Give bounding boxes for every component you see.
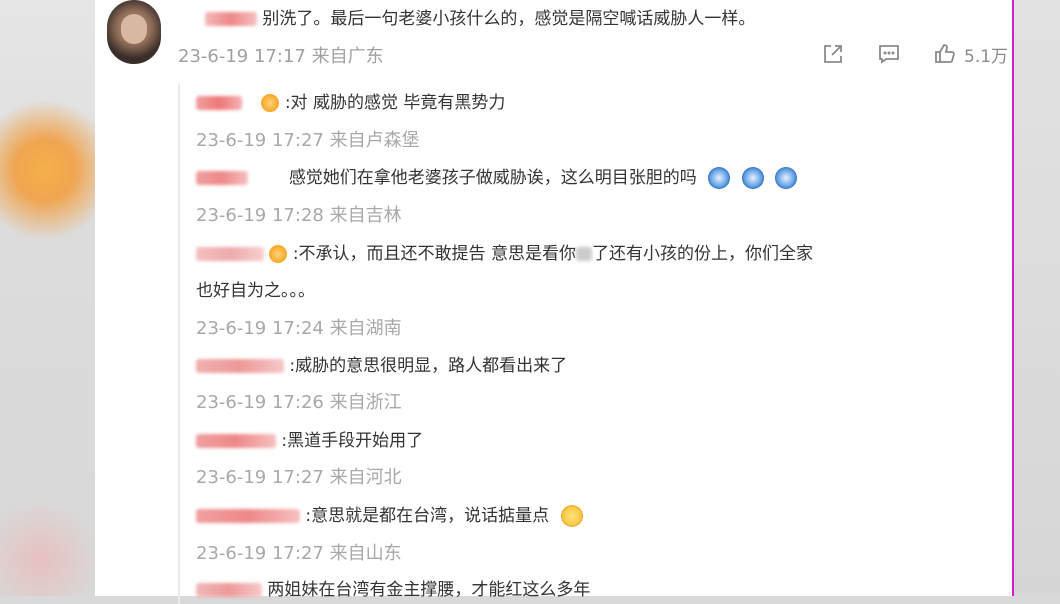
reply-text: 也好自为之。。。	[196, 281, 315, 301]
blurred-username[interactable]	[196, 171, 248, 185]
background-right	[1014, 0, 1060, 596]
reply-item: 两姐妹在台湾有金主撑腰，才能红这么多年	[196, 575, 590, 600]
main-comment-location: 来自广东	[311, 46, 384, 67]
reply-text: 感觉她们在拿他老婆孩子做威胁诶，这么明目张胆的吗	[288, 168, 697, 188]
reply-location: 来自河北	[329, 467, 402, 488]
reply-location: 来自浙江	[329, 392, 402, 413]
main-comment: 别洗了。最后一句老婆小孩什么的，感觉是隔空喊话威胁人一样。	[205, 4, 755, 29]
reply-time: 23-6-19 17:28	[196, 205, 324, 226]
blurred-word	[575, 247, 592, 261]
comment-panel: 别洗了。最后一句老婆小孩什么的，感觉是隔空喊话威胁人一样。 23-6-19 17…	[95, 0, 1012, 604]
background-left	[0, 0, 95, 596]
main-comment-meta: 23-6-19 17:17 来自广东	[178, 42, 384, 68]
reply-time: 23-6-19 17:26	[196, 392, 324, 413]
main-comment-time: 23-6-19 17:17	[178, 46, 306, 67]
scared-emoji-icon	[741, 167, 764, 189]
blurred-username[interactable]	[196, 509, 300, 523]
blurred-username[interactable]	[196, 96, 242, 110]
reply-time: 23-6-19 17:27	[196, 543, 324, 564]
reply-meta: 23-6-19 17:24 来自湖南	[196, 314, 402, 340]
reply-time: 23-6-19 17:24	[196, 318, 324, 339]
blurred-username[interactable]	[205, 12, 257, 26]
comment-icon[interactable]	[876, 41, 902, 67]
badge-icon	[261, 94, 280, 112]
reply-text: :不承认，而且还不敢提告 意思是看你	[292, 244, 576, 264]
reply-list: :对 威胁的感觉 毕竟有黑势力 23-6-19 17:27 来自卢森堡 感觉她们…	[178, 84, 1010, 604]
reply-text: :威胁的意思很明显，路人都看出来了	[289, 356, 568, 376]
reply-text: :黑道手段开始用了	[281, 431, 424, 451]
reply-meta: 23-6-19 17:27 来自河北	[196, 463, 402, 489]
worried-emoji-icon	[560, 505, 583, 527]
main-comment-text: 别洗了。最后一句老婆小孩什么的，感觉是隔空喊话威胁人一样。	[262, 9, 756, 29]
reply-meta: 23-6-19 17:27 来自卢森堡	[196, 126, 420, 152]
reply-text: :对 威胁的感觉 毕竟有黑势力	[284, 93, 506, 113]
blurred-username[interactable]	[196, 247, 264, 261]
reply-item: :不承认，而且还不敢提告 意思是看你 了还有小孩的份上，你们全家	[196, 239, 813, 264]
reply-item: :意思就是都在台湾，说话掂量点	[196, 501, 583, 527]
reply-item-continued: 也好自为之。。。	[196, 276, 315, 301]
avatar[interactable]	[107, 0, 161, 64]
reply-location: 来自卢森堡	[329, 130, 420, 151]
blurred-username[interactable]	[196, 359, 284, 373]
scared-emoji-icon	[775, 167, 798, 189]
like-count: 5.1万	[964, 46, 1009, 67]
reply-meta: 23-6-19 17:28 来自吉林	[196, 201, 402, 227]
reply-item: :对 威胁的感觉 毕竟有黑势力	[196, 88, 505, 113]
accent-border	[1012, 0, 1014, 596]
blurred-username[interactable]	[196, 434, 276, 448]
like-icon[interactable]	[932, 41, 958, 67]
reply-meta: 23-6-19 17:27 来自山东	[196, 539, 402, 565]
reply-text: 了还有小孩的份上，你们全家	[591, 244, 813, 264]
share-icon[interactable]	[820, 41, 846, 67]
reply-item: :黑道手段开始用了	[196, 426, 423, 451]
reply-time: 23-6-19 17:27	[196, 130, 324, 151]
reply-text: 两姐妹在台湾有金主撑腰，才能红这么多年	[267, 580, 591, 600]
comment-actions: 5.1万	[820, 40, 1008, 68]
scared-emoji-icon	[708, 167, 731, 189]
blurred-username[interactable]	[196, 583, 262, 597]
reply-location: 来自湖南	[329, 318, 402, 339]
reply-location: 来自吉林	[329, 205, 402, 226]
reply-item: :威胁的意思很明显，路人都看出来了	[196, 351, 567, 376]
reply-item: 感觉她们在拿他老婆孩子做威胁诶，这么明目张胆的吗	[196, 163, 798, 189]
reply-time: 23-6-19 17:27	[196, 467, 324, 488]
badge-icon	[269, 245, 288, 263]
reply-meta: 23-6-19 17:26 来自浙江	[196, 388, 402, 414]
reply-text: :意思就是都在台湾，说话掂量点	[305, 506, 550, 526]
reply-location: 来自山东	[329, 543, 402, 564]
